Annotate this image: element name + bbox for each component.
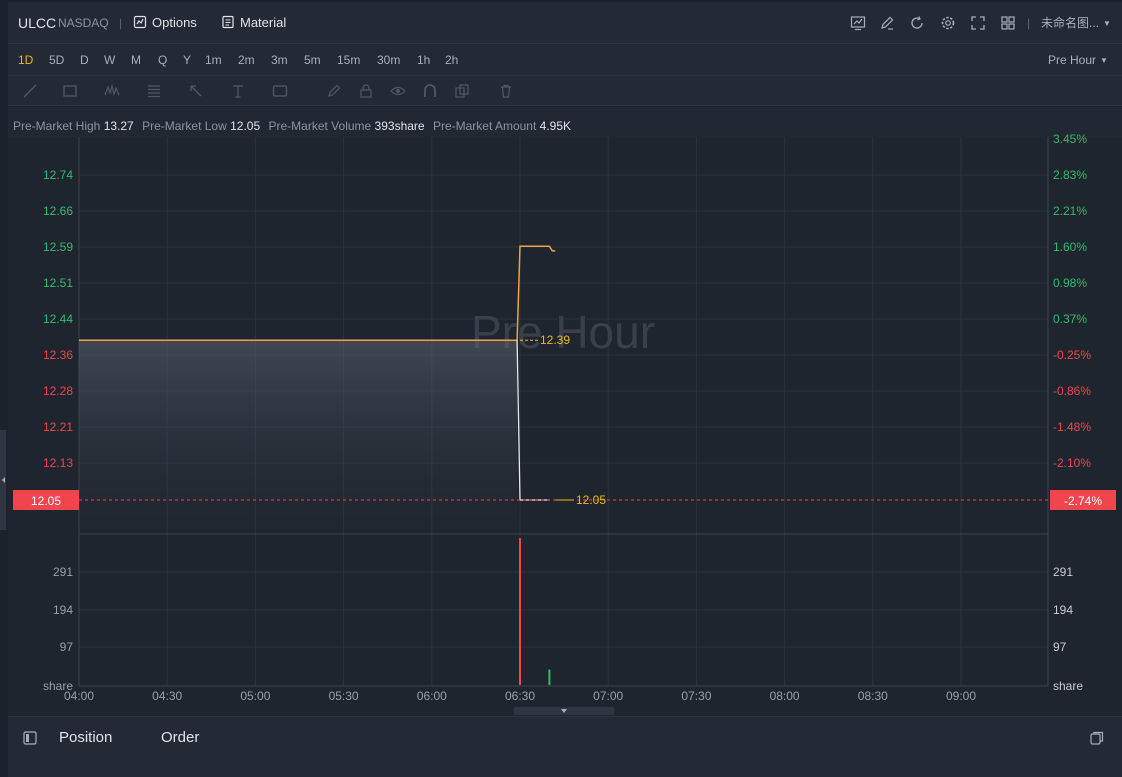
last-price-tag-label: 12.05 xyxy=(31,494,61,508)
volume-unit-label: share xyxy=(1053,679,1083,693)
y-right-tick-label: 2.83% xyxy=(1053,168,1087,182)
y-left-tick-label: 12.44 xyxy=(43,312,73,326)
tab-order[interactable]: Order xyxy=(161,729,199,746)
volume-unit-label: share xyxy=(43,679,73,693)
x-tick-label: 06:00 xyxy=(417,689,447,703)
y-left-tick-label: 12.28 xyxy=(43,384,73,398)
prev-close-label: 12.39 xyxy=(540,333,570,347)
volume-tick-label: 194 xyxy=(53,603,73,617)
x-tick-label: 07:00 xyxy=(593,689,623,703)
y-right-tick-label: -0.25% xyxy=(1053,348,1091,362)
x-tick-label: 06:30 xyxy=(505,689,535,703)
volume-tick-label: 291 xyxy=(1053,565,1073,579)
volume-bar xyxy=(548,669,551,685)
y-right-tick-label: 0.37% xyxy=(1053,312,1087,326)
y-left-tick-label: 12.51 xyxy=(43,276,73,290)
x-tick-label: 09:00 xyxy=(946,689,976,703)
x-tick-label: 08:00 xyxy=(770,689,800,703)
y-left-tick-label: 12.21 xyxy=(43,420,73,434)
volume-tick-label: 194 xyxy=(1053,603,1073,617)
bottom-panel: Position Order xyxy=(8,716,1122,777)
y-right-tick-label: -0.86% xyxy=(1053,384,1091,398)
x-tick-label: 04:30 xyxy=(152,689,182,703)
volume-bar xyxy=(519,538,521,685)
y-right-tick-label: 2.21% xyxy=(1053,204,1087,218)
x-tick-label: 07:30 xyxy=(681,689,711,703)
y-left-tick-label: 12.13 xyxy=(43,456,73,470)
x-tick-label: 05:30 xyxy=(329,689,359,703)
last-change-tag-label: -2.74% xyxy=(1064,494,1102,508)
y-left-tick-label: 12.36 xyxy=(43,348,73,362)
popout-icon[interactable] xyxy=(1090,731,1104,745)
y-right-tick-label: 3.45% xyxy=(1053,132,1087,146)
y-left-tick-label: 12.74 xyxy=(43,168,73,182)
price-area-fill xyxy=(79,340,518,534)
tab-position[interactable]: Position xyxy=(59,729,112,746)
y-right-tick-label: -1.48% xyxy=(1053,420,1091,434)
y-right-tick-label: -2.10% xyxy=(1053,456,1091,470)
price-chart[interactable]: Pre Hour 3.45%2.83%2.21%1.60%0.98%0.37%-… xyxy=(0,0,1122,716)
x-tick-label: 05:00 xyxy=(240,689,270,703)
volume-tick-label: 291 xyxy=(53,565,73,579)
panel-toggle-icon[interactable] xyxy=(23,731,37,745)
volume-tick-label: 97 xyxy=(1053,640,1067,654)
y-left-tick-label: 12.59 xyxy=(43,240,73,254)
x-tick-label: 08:30 xyxy=(858,689,888,703)
volume-tick-label: 97 xyxy=(60,640,74,654)
y-left-tick-label: 12.66 xyxy=(43,204,73,218)
last-price-chart-label: 12.05 xyxy=(576,493,606,507)
y-right-tick-label: 1.60% xyxy=(1053,240,1087,254)
y-right-tick-label: 0.98% xyxy=(1053,276,1087,290)
